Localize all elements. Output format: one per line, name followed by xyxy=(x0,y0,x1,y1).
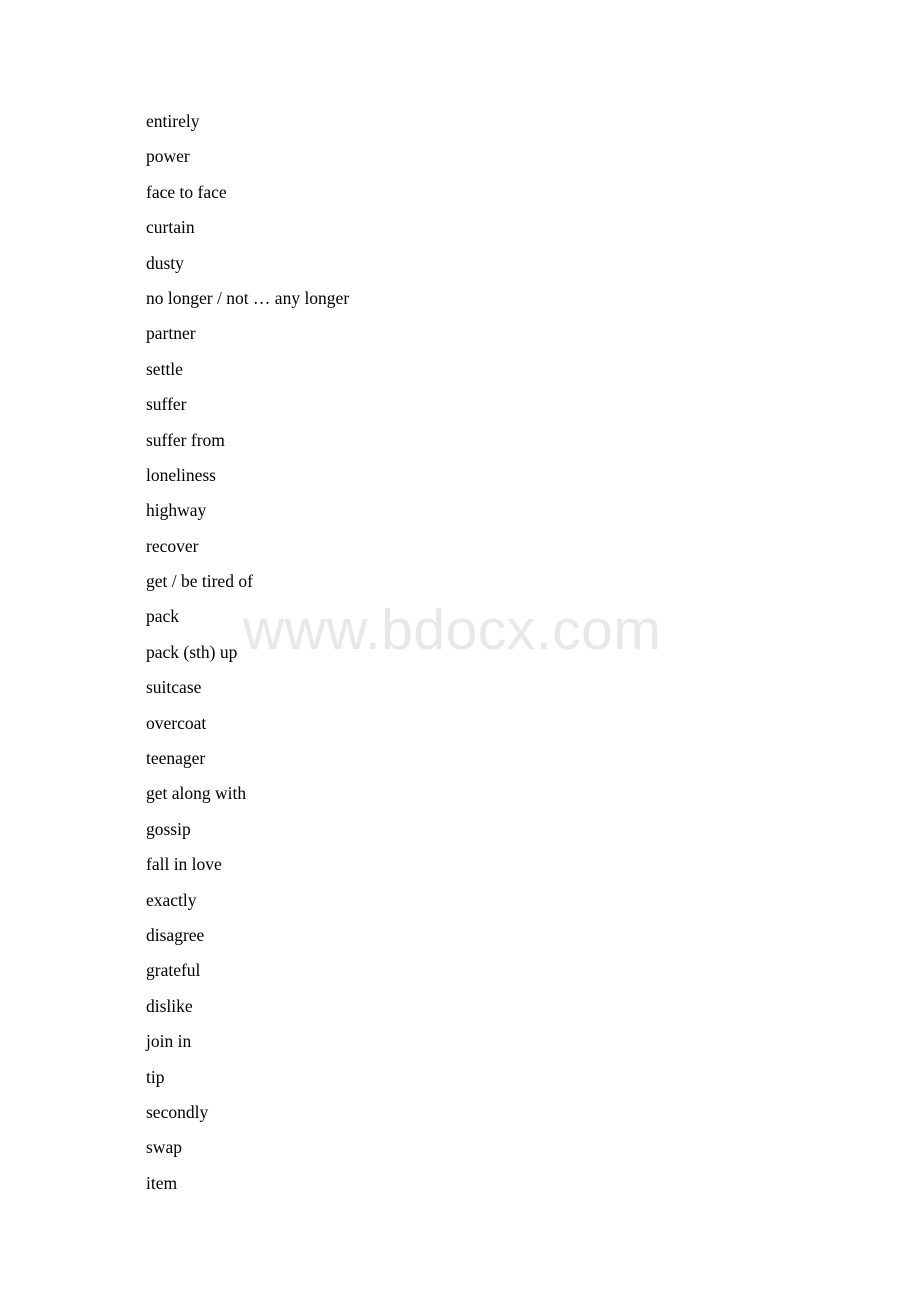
vocabulary-item: join in xyxy=(146,1031,192,1052)
vocabulary-item: recover xyxy=(146,535,199,556)
vocabulary-item: item xyxy=(146,1172,178,1193)
vocabulary-item: tip xyxy=(146,1066,165,1087)
document-page: www.bdocx.com entirely power face to face c… xyxy=(0,0,920,1302)
vocabulary-item: dislike xyxy=(146,995,193,1016)
vocabulary-item: suitcase xyxy=(146,677,202,698)
vocabulary-item: curtain xyxy=(146,217,195,238)
vocabulary-item: highway xyxy=(146,500,207,521)
vocabulary-item: fall in love xyxy=(146,854,222,875)
vocabulary-item: entirely xyxy=(146,111,200,131)
vocabulary-item: suffer xyxy=(146,394,187,415)
vocabulary-list: entirely power face to face curtain dusty no … xyxy=(146,108,846,1205)
vocabulary-item: disagree xyxy=(146,924,205,945)
vocabulary-item: grateful xyxy=(146,960,201,981)
vocabulary-item: get along with xyxy=(146,783,247,804)
vocabulary-item: dusty xyxy=(146,252,184,273)
vocabulary-item: loneliness xyxy=(146,464,216,485)
vocabulary-item: suffer from xyxy=(146,429,225,450)
vocabulary-item: exactly xyxy=(146,889,197,910)
vocabulary-item: gossip xyxy=(146,818,191,839)
vocabulary-item: pack xyxy=(146,606,180,627)
vocabulary-item: partner xyxy=(146,323,196,344)
vocabulary-item: power xyxy=(146,146,190,167)
vocabulary-item: pack (sth) up xyxy=(146,641,238,662)
vocabulary-item: teenager xyxy=(146,748,206,769)
vocabulary-item: swap xyxy=(146,1137,182,1158)
vocabulary-item: no longer / not … any longer xyxy=(146,287,350,308)
vocabulary-item: get / be tired of xyxy=(146,571,253,592)
vocabulary-item: secondly xyxy=(146,1101,209,1122)
vocabulary-item: settle xyxy=(146,358,183,379)
vocabulary-item: face to face xyxy=(146,181,227,202)
vocabulary-item: overcoat xyxy=(146,712,207,733)
